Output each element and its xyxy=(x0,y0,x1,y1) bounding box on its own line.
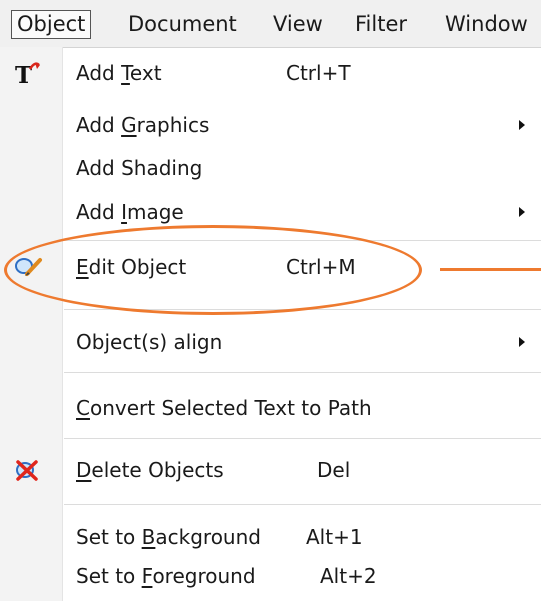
text-tool-icon: T xyxy=(13,60,43,89)
menu-item-add-text[interactable]: T Add Text Ctrl+T xyxy=(0,53,541,93)
menu-filter[interactable]: Filter xyxy=(355,9,407,39)
shortcut-label: Alt+1 xyxy=(306,525,363,549)
highlight-ellipse xyxy=(4,225,422,315)
menu-item-objects-align[interactable]: Object(s) align xyxy=(0,322,541,362)
menu-separator xyxy=(64,372,541,373)
delete-objects-icon xyxy=(13,457,43,483)
shortcut-label: Del xyxy=(317,458,351,482)
menu-item-convert-text-to-path[interactable]: Convert Selected Text to Path xyxy=(0,388,541,428)
menu-item-set-foreground[interactable]: Set to Foreground Alt+2 xyxy=(0,556,541,596)
menu-separator xyxy=(64,438,541,439)
menu-window[interactable]: Window xyxy=(445,9,528,39)
menu-bar: Object Document View Filter Window xyxy=(0,0,541,48)
menu-document[interactable]: Document xyxy=(128,9,237,39)
submenu-arrow-icon xyxy=(519,207,525,217)
annotation-pointer-line xyxy=(440,268,541,271)
menu-item-delete-objects[interactable]: Delete Objects Del xyxy=(0,450,541,490)
svg-text:T: T xyxy=(15,62,32,86)
menu-separator xyxy=(64,504,541,505)
menu-object[interactable]: Object xyxy=(11,10,92,39)
menu-item-set-background[interactable]: Set to Background Alt+1 xyxy=(0,517,541,557)
menu-view[interactable]: View xyxy=(273,9,323,39)
object-dropdown-menu: T Add Text Ctrl+T Add Graphics Add Shadi… xyxy=(0,47,541,601)
submenu-arrow-icon xyxy=(519,120,525,130)
menu-item-add-shading[interactable]: Add Shading xyxy=(0,148,541,188)
shortcut-label: Alt+2 xyxy=(320,564,377,588)
submenu-arrow-icon xyxy=(519,337,525,347)
menu-item-add-graphics[interactable]: Add Graphics xyxy=(0,105,541,145)
shortcut-label: Ctrl+T xyxy=(286,61,351,85)
